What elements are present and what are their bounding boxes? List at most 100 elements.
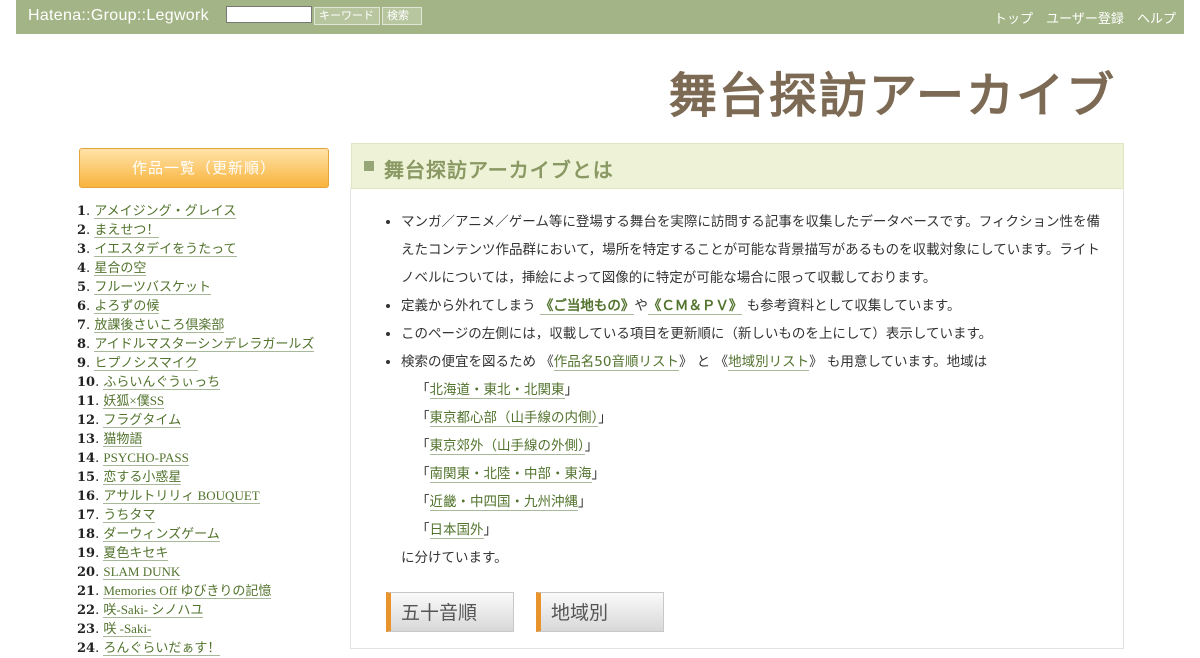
- list-item-title[interactable]: 猫物語: [103, 431, 143, 447]
- intro-content: マンガ／アニメ／ゲーム等に登場する舞台を実際に訪問する記事を収集したデータベース…: [386, 208, 1106, 572]
- list-item-title[interactable]: イエスタデイをうたって: [94, 241, 237, 257]
- list-item-number: 17: [77, 508, 96, 523]
- list-item-title[interactable]: ヒプノシスマイク: [94, 355, 198, 371]
- gojuon-button[interactable]: 五十音順: [386, 592, 514, 632]
- list-item: 15. 恋する小惑星: [77, 469, 182, 485]
- region-link[interactable]: 日本国外: [429, 522, 484, 539]
- list-item-number: 3: [77, 242, 87, 257]
- brand-link[interactable]: Hatena::Group::Legwork: [28, 7, 209, 25]
- list-item: 3. イエスタデイをうたって: [77, 241, 237, 257]
- region-link[interactable]: 南関東・北陸・中部・東海: [429, 466, 592, 483]
- cm-pv-link[interactable]: 《ＣＭ＆ＰＶ》: [647, 298, 743, 315]
- section-title: 舞台探訪アーカイブとは: [384, 158, 614, 182]
- region-item: 「日本国外」: [416, 522, 497, 539]
- search-button[interactable]: 検索: [382, 7, 422, 25]
- list-item-number: 10: [77, 375, 96, 390]
- list-item-title[interactable]: うちタマ: [103, 507, 156, 523]
- region-link[interactable]: 東京郊外（山手線の外側）: [429, 438, 585, 455]
- list-item-title[interactable]: SLAM DUNK: [103, 564, 181, 580]
- list-item-title[interactable]: アイドルマスターシンデレラガールズ: [94, 336, 315, 352]
- region-link[interactable]: 東京都心部（山手線の内側）: [429, 410, 599, 427]
- region-item: 「南関東・北陸・中部・東海」: [416, 466, 605, 483]
- list-item-number: 12: [77, 413, 96, 428]
- list-item-number: 16: [77, 489, 96, 504]
- list-item: 21. Memories Off ゆびきりの記憶: [77, 583, 272, 599]
- list-item-title[interactable]: フラグタイム: [103, 412, 182, 428]
- site-logo[interactable]: 舞台探訪アーカイブ: [669, 56, 1116, 126]
- region-list: 「北海道・東北・北関東」「東京都心部（山手線の内側）」 「東京郊外（山手線の外側）…: [401, 376, 1106, 544]
- top-link-home[interactable]: トップ: [994, 12, 1033, 27]
- top-bar: Hatena::Group::Legwork キーワード 検索 トップ ユーザー…: [16, 0, 1184, 34]
- top-links: トップ ユーザー登録 ヘルプ: [985, 8, 1176, 27]
- list-item-number: 18: [77, 527, 96, 542]
- list-item: 24. ろんぐらいだぁす！: [77, 640, 221, 656]
- list-item-title[interactable]: アメイジング・グレイス: [94, 203, 237, 219]
- top-link-register[interactable]: ユーザー登録: [1046, 12, 1124, 27]
- list-item-number: 24: [77, 641, 96, 656]
- list-item-title[interactable]: アサルトリリィ BOUQUET: [103, 488, 260, 504]
- region-item: 「東京郊外（山手線の外側）」: [416, 438, 599, 455]
- list-item-title[interactable]: Memories Off ゆびきりの記憶: [103, 583, 272, 599]
- list-item: 6. よろずの候: [77, 298, 160, 314]
- list-item-number: 6: [77, 299, 87, 314]
- list-item-title[interactable]: 咲-Saki- シノハユ: [103, 602, 204, 618]
- list-item: 20. SLAM DUNK: [77, 564, 181, 580]
- list-item-title[interactable]: 放課後さいころ倶楽部: [94, 317, 225, 333]
- list-item: 17. うちタマ: [77, 507, 156, 523]
- list-item-title[interactable]: 咲 -Saki-: [103, 621, 152, 637]
- section-header: 舞台探訪アーカイブとは: [351, 143, 1124, 189]
- region-link[interactable]: 北海道・東北・北関東: [429, 382, 565, 399]
- region-item: 「北海道・東北・北関東」: [416, 382, 578, 399]
- list-item-title[interactable]: ろんぐらいだぁす！: [103, 640, 221, 656]
- list-item-number: 15: [77, 470, 96, 485]
- list-item: 11. 妖狐×僕SS: [77, 393, 165, 409]
- list-item-title[interactable]: よろずの候: [94, 298, 160, 314]
- search-input[interactable]: [226, 6, 312, 23]
- list-item-number: 4: [77, 261, 87, 276]
- keyword-button[interactable]: キーワード: [314, 7, 380, 25]
- list-item-number: 5: [77, 280, 87, 295]
- region-item: 「東京都心部（山手線の内側）」: [416, 410, 612, 427]
- list-item-number: 7: [77, 318, 87, 333]
- list-item: 14. PSYCHO-PASS: [77, 450, 189, 466]
- list-item: 19. 夏色キセキ: [77, 545, 169, 561]
- list-item-title[interactable]: 恋する小惑星: [103, 469, 182, 485]
- list-item-number: 8: [77, 337, 87, 352]
- list-item-number: 22: [77, 603, 96, 618]
- list-item-title[interactable]: 夏色キセキ: [103, 545, 169, 561]
- list-item: 9. ヒプノシスマイク: [77, 355, 198, 371]
- top-link-help[interactable]: ヘルプ: [1137, 12, 1176, 27]
- list-item: 22. 咲-Saki- シノハユ: [77, 602, 204, 618]
- list-item-number: 13: [77, 432, 96, 447]
- list-item-title[interactable]: PSYCHO-PASS: [103, 450, 189, 466]
- intro-item-sidebar: このページの左側には，収載している項目を更新順に（新しいものを上にして）表示して…: [401, 320, 1106, 348]
- region-link[interactable]: 近畿・中四国・九州沖縄: [429, 494, 578, 511]
- list-item-title[interactable]: 星合の空: [94, 260, 147, 276]
- list-item-title[interactable]: まえせつ！: [94, 222, 160, 238]
- list-item-number: 9: [77, 356, 87, 371]
- region-ending: に分けています。: [401, 550, 508, 566]
- list-item-number: 2: [77, 223, 87, 238]
- list-item: 13. 猫物語: [77, 431, 143, 447]
- list-item-title[interactable]: フルーツバスケット: [94, 279, 212, 295]
- intro-item-reference: 定義から外れてしまう 《ご当地もの》や《ＣＭ＆ＰＶ》 も参考資料として収集してい…: [401, 292, 1106, 320]
- list-item: 18. ダーウィンズゲーム: [77, 526, 220, 542]
- list-item: 8. アイドルマスターシンデレラガールズ: [77, 336, 315, 352]
- list-item-number: 21: [77, 584, 96, 599]
- list-item-title[interactable]: ダーウィンズゲーム: [103, 526, 220, 542]
- region-list-link[interactable]: 地域別リスト: [728, 354, 810, 371]
- list-item: 5. フルーツバスケット: [77, 279, 212, 295]
- intro-item-definition: マンガ／アニメ／ゲーム等に登場する舞台を実際に訪問する記事を収集したデータベース…: [401, 208, 1106, 292]
- list-item: 12. フラグタイム: [77, 412, 182, 428]
- list-item: 16. アサルトリリィ BOUQUET: [77, 488, 260, 504]
- region-button[interactable]: 地域別: [536, 592, 664, 632]
- list-item: 1. アメイジング・グレイス: [77, 203, 237, 219]
- list-item-number: 19: [77, 546, 96, 561]
- sidebar-header: 作品一覧（更新順）: [79, 148, 329, 188]
- gojuon-list-link[interactable]: 作品名50音順リスト: [553, 354, 679, 371]
- list-item-title[interactable]: 妖狐×僕SS: [103, 393, 165, 409]
- gotouchi-link[interactable]: 《ご当地もの》: [539, 298, 635, 315]
- list-item-title[interactable]: ふらいんぐうぃっち: [103, 374, 221, 390]
- list-item: 4. 星合の空: [77, 260, 147, 276]
- list-item: 2. まえせつ！: [77, 222, 160, 238]
